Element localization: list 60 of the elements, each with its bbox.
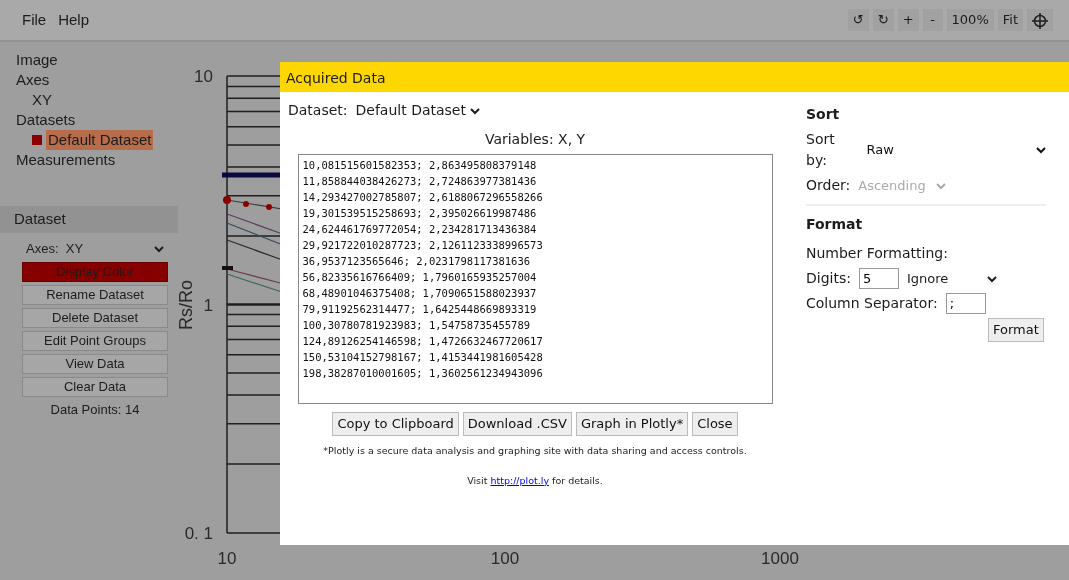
tree-item[interactable]: Measurements <box>16 150 116 170</box>
chevron-icon <box>1036 146 1046 154</box>
tick-label: 1000 <box>761 549 799 568</box>
sidebar-button[interactable]: Edit Point Groups <box>22 330 168 351</box>
tree-item[interactable]: Default Dataset <box>46 130 154 150</box>
visit-text: Visit http://plot.ly for details. <box>467 473 603 488</box>
tick-label: 100 <box>490 549 520 568</box>
tick-label: 10 <box>194 67 213 86</box>
dialog-button[interactable]: Copy to Clipboard <box>332 412 459 436</box>
section-heading: Sort <box>806 105 841 124</box>
field-label: Order: <box>806 176 851 195</box>
section-heading: Format <box>806 215 864 234</box>
dialog-button[interactable]: Download .CSV <box>462 412 572 436</box>
tick-label: 10 <box>217 549 237 568</box>
toolbar-button[interactable]: ↻ <box>872 9 894 31</box>
chevron-icon <box>470 106 480 115</box>
footnote-text: *Plotly is a secure data analysis and graphing site with data sharing and access controls. <box>323 443 747 458</box>
sidebar-button[interactable]: Delete Dataset <box>22 307 168 328</box>
axis-label: Rs/Ro <box>178 280 196 330</box>
field-label: Digits: <box>806 269 851 288</box>
field-label: Column Separator: <box>806 294 938 313</box>
field-label: Sort by: <box>806 130 836 170</box>
sidebar-button[interactable]: View Data <box>22 353 168 374</box>
link[interactable]: http://plot.ly <box>490 474 550 486</box>
menu-item[interactable]: Help <box>52 8 96 32</box>
tick-label: 1 <box>203 296 213 315</box>
toolbar-button[interactable]: + <box>897 9 919 31</box>
field-label: Dataset: <box>288 101 348 120</box>
digits-field[interactable]: 5 <box>858 268 899 289</box>
field-label: Number Formatting: <box>806 244 949 263</box>
format-button[interactable]: Format <box>988 318 1044 342</box>
section-header: Dataset <box>0 206 178 233</box>
data-textarea[interactable]: 10,081515601582353; 2,863495808379148 11,858844038426273; 2,724863977381436 14,293427002785807; 2,6188067296558266 19,301539515258693; 2,395026619987486 24,624461769772054; 2,234281713436384 29,921722010287723; 2,1261123338996573 36,9537123565646; 2,0231798117381636 56,82335616766409; 1,7960165935257004 68,48901046375408; 1,7090651588023937 79,91192562314477; 1,6425448669893319 100,30780781923983; 1,54758735455789 124,89126254146598; 1,4726632467720617 150,53104152798167; 1,4153441981605428 198,38287010001605; 1,3602561234943096 <box>297 154 773 404</box>
select-field[interactable]: Ignore <box>906 268 997 289</box>
crosshair-icon[interactable] <box>1027 9 1053 31</box>
tick-label: 0. 1 <box>184 524 213 543</box>
toolbar-button[interactable]: - <box>922 9 943 31</box>
chevron-icon <box>936 181 947 190</box>
dialog-title: Acquired Data <box>280 62 1069 92</box>
dataset-select[interactable]: Default Dataset <box>355 100 480 121</box>
select-field[interactable]: Raw <box>866 140 1046 160</box>
sidebar-button[interactable]: Clear Data <box>22 376 168 397</box>
separator-field[interactable]: ; <box>945 293 986 314</box>
axes-select[interactable]: Axes: XY <box>22 238 168 259</box>
tree-item[interactable]: XY <box>32 90 52 110</box>
chevron-icon <box>154 244 164 253</box>
sidebar-button[interactable]: Rename Dataset <box>22 284 168 305</box>
chevron-icon <box>986 274 997 283</box>
dialog-button[interactable]: Graph in Plotly* <box>575 412 689 436</box>
tree-item[interactable]: Axes <box>16 70 50 90</box>
toolbar-button[interactable]: ↺ <box>847 9 869 31</box>
data-points-count: Data Points: 14 <box>49 400 141 419</box>
toolbar-button[interactable]: 100% <box>946 9 994 31</box>
select-field: Ascending <box>858 175 947 196</box>
dialog-button[interactable]: Close <box>692 412 738 436</box>
toolbar-button[interactable]: Fit <box>997 9 1023 31</box>
variables-label: Variables: X, Y <box>484 130 586 149</box>
menu-item[interactable]: File <box>16 8 53 32</box>
tree-item[interactable]: Datasets <box>16 110 76 130</box>
tree-item[interactable]: Image <box>16 50 58 70</box>
